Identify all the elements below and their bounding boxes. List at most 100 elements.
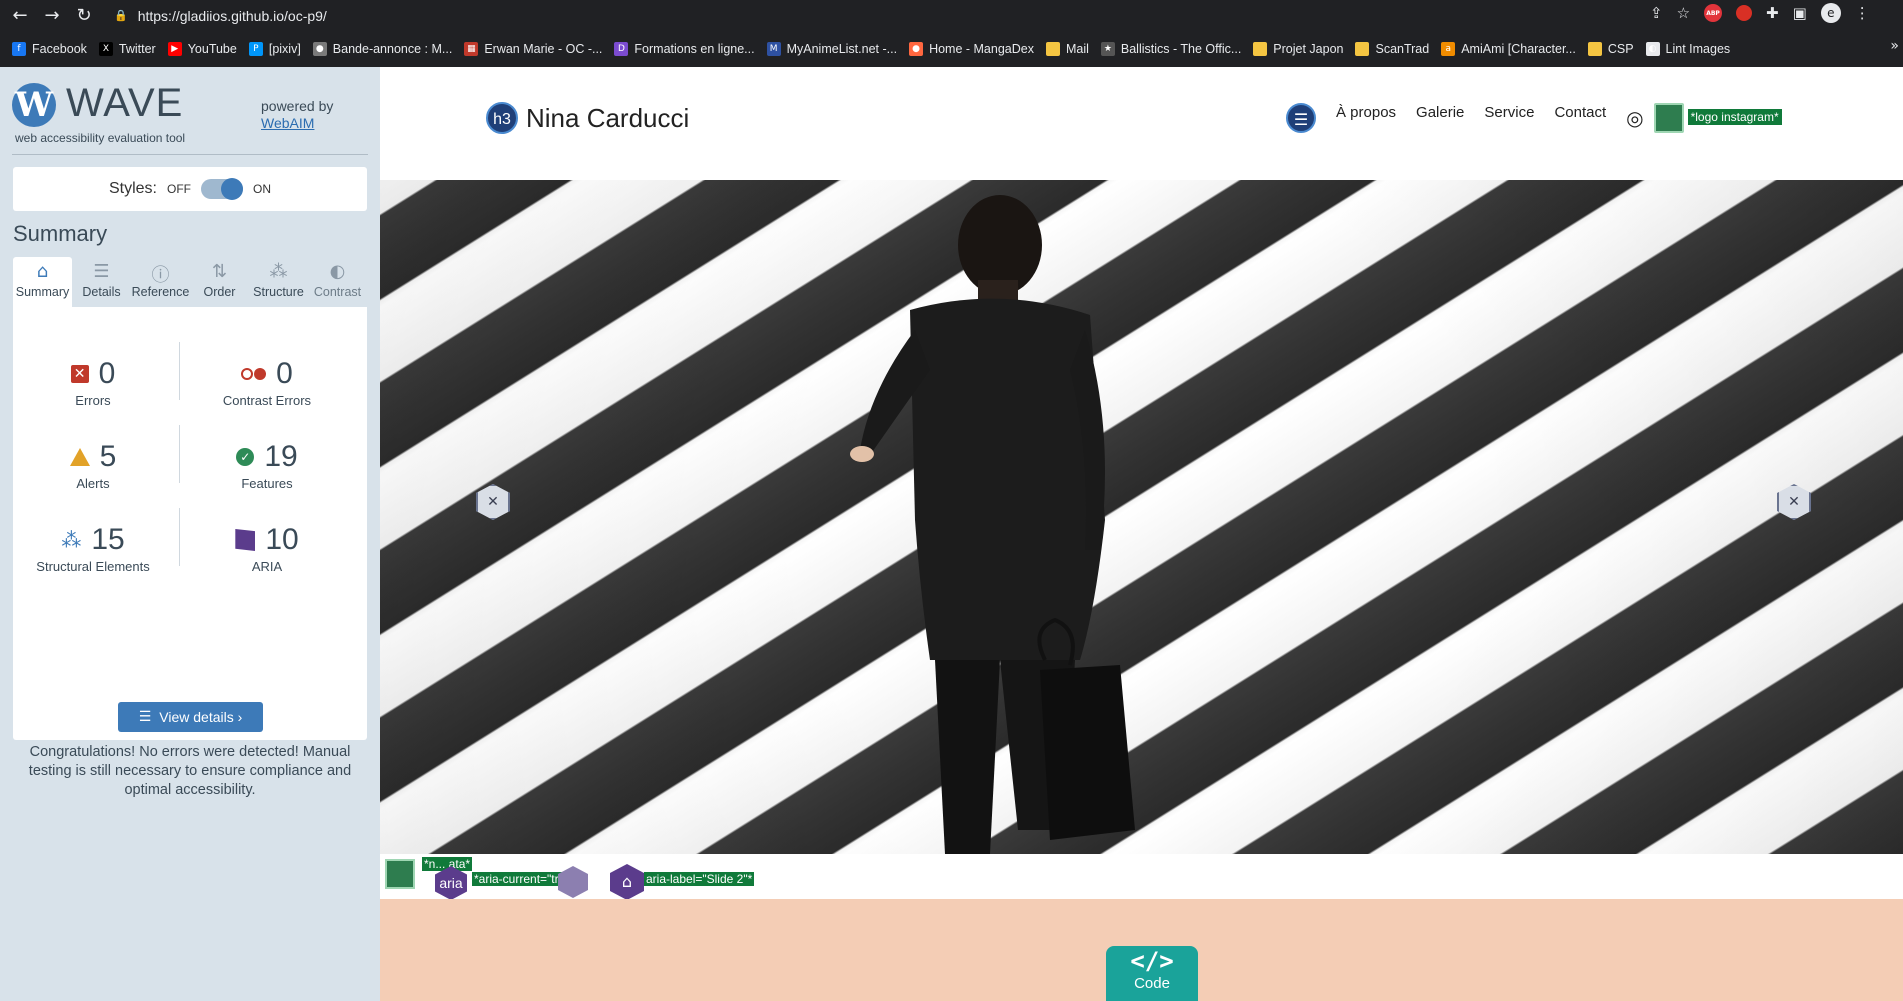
- bookmark-item[interactable]: ● Bande-annonce : M...: [312, 42, 452, 56]
- bookmark-item[interactable]: ● Home - MangaDex: [909, 42, 1034, 56]
- summary-tab-icon: ⌂: [36, 261, 49, 282]
- profile-avatar[interactable]: e: [1820, 3, 1841, 23]
- bookmark-icon: f: [12, 42, 26, 56]
- tab-label: Order: [203, 285, 236, 299]
- share-icon[interactable]: ⇪: [1650, 4, 1663, 22]
- nav-link-apropos[interactable]: À propos: [1336, 104, 1396, 121]
- view-details-button[interactable]: ☰ View details ›: [118, 702, 263, 732]
- tab-label: Reference: [131, 285, 190, 299]
- styles-off-label: OFF: [167, 182, 191, 196]
- bookmark-icon: a: [1441, 42, 1456, 56]
- bookmark-item[interactable]: Projet Japon: [1253, 42, 1343, 56]
- stat-features[interactable]: ✓ 19 Features: [187, 440, 347, 491]
- stat-structural[interactable]: ⁂ 15 Structural Elements: [13, 523, 173, 574]
- bookmark-item[interactable]: ◐ Lint Images: [1645, 42, 1730, 56]
- tab-order[interactable]: ⇅ Order: [190, 257, 249, 307]
- divider: [179, 342, 180, 400]
- structure-icon: ⁂: [61, 528, 82, 552]
- services-section: </> Code: [380, 899, 1903, 1001]
- stat-alerts[interactable]: 5 Alerts: [13, 440, 173, 491]
- nav-link-galerie[interactable]: Galerie: [1416, 104, 1464, 121]
- list-badge-icon[interactable]: ☰: [1286, 103, 1316, 133]
- bookmark-item[interactable]: CSP: [1587, 42, 1634, 56]
- order-tab-icon: ⇅: [211, 261, 228, 282]
- bookmark-item[interactable]: ScanTrad: [1355, 42, 1429, 56]
- bookmark-icon: ●: [312, 42, 327, 56]
- bookmark-item[interactable]: D Formations en ligne...: [614, 42, 755, 56]
- back-icon[interactable]: ←: [8, 4, 32, 28]
- aria-hidden-badge-icon[interactable]: [558, 866, 588, 898]
- stat-errors[interactable]: ✕ 0 Errors: [13, 357, 173, 408]
- bookmark-item[interactable]: a AmiAmi [Character...: [1441, 42, 1576, 56]
- styles-toggle-box: Styles: OFF ON: [13, 167, 367, 211]
- site-nav: ☰ À propos Galerie Service Contact ◎ *lo…: [1286, 103, 1782, 133]
- summary-panel: ✕ 0 Errors 0 Contrast Errors 5 Alerts ✓ 19…: [13, 307, 367, 798]
- structure-tab-icon: ⁂: [269, 261, 288, 282]
- bookmark-item[interactable]: Mail: [1045, 42, 1089, 56]
- bookmark-item[interactable]: ★ Ballistics - The Offic...: [1100, 42, 1241, 56]
- tab-label: Details: [82, 285, 121, 299]
- extension-icon[interactable]: [1736, 5, 1753, 21]
- aria-badge-icon[interactable]: aria: [435, 866, 467, 900]
- webaim-link[interactable]: WebAIM: [261, 115, 314, 131]
- hero-carousel: ✕ ✕: [380, 180, 1903, 854]
- aria-label-tag-icon[interactable]: ⌂: [610, 864, 644, 900]
- tab-label: Structure: [253, 285, 304, 299]
- bookmark-item[interactable]: P [pixiv]: [248, 42, 301, 56]
- bookmark-label: MyAnimeList.net -...: [786, 42, 898, 56]
- bookmark-item[interactable]: f Facebook: [12, 42, 87, 56]
- nav-link-service[interactable]: Service: [1484, 104, 1534, 121]
- contrast-errors-count: 0: [276, 357, 293, 390]
- toggle-knob[interactable]: [221, 178, 243, 200]
- stat-contrast-errors[interactable]: 0 Contrast Errors: [187, 357, 347, 408]
- website-viewport: h3 Nina Carducci ☰ À propos Galerie Serv…: [380, 67, 1903, 1001]
- bookmark-label: AmiAmi [Character...: [1461, 42, 1576, 56]
- bookmarks-overflow-icon[interactable]: »: [1890, 38, 1899, 54]
- nav-link-contact[interactable]: Contact: [1554, 104, 1606, 121]
- error-icon: ✕: [70, 365, 89, 383]
- stat-aria[interactable]: 10 ARIA: [187, 523, 347, 574]
- sidebar-icon[interactable]: ▣: [1793, 4, 1807, 22]
- powered-by-label: powered by: [261, 98, 334, 114]
- reload-icon[interactable]: ↻: [72, 4, 96, 28]
- bookmark-item[interactable]: X Twitter: [98, 42, 156, 56]
- tab-details[interactable]: ☰ Details: [72, 257, 131, 307]
- bookmark-item[interactable]: ▦ Erwan Marie - OC -...: [464, 42, 602, 56]
- features-count: 19: [264, 440, 298, 473]
- star-icon[interactable]: ☆: [1677, 4, 1690, 22]
- styles-on-label: ON: [253, 182, 271, 196]
- forward-icon[interactable]: →: [40, 4, 64, 28]
- aria-label-text: aria-label="Slide 2"*: [644, 872, 755, 886]
- puzzle-extensions-icon[interactable]: ✚: [1766, 4, 1779, 22]
- alerts-label: Alerts: [76, 476, 110, 491]
- feature-check-icon: ✓: [236, 448, 255, 466]
- alt-text-badge-icon[interactable]: [1653, 103, 1684, 133]
- instagram-icon[interactable]: ◎: [1626, 106, 1643, 130]
- divider: [179, 508, 180, 566]
- h3-badge-icon[interactable]: h3: [486, 102, 518, 134]
- menu-kebab-icon[interactable]: ⋮: [1855, 4, 1870, 22]
- aria-count: 10: [265, 523, 299, 556]
- bookmark-icon: P: [248, 42, 263, 56]
- adblock-extension-icon[interactable]: ABP: [1704, 4, 1723, 22]
- url-text[interactable]: https://gladiios.github.io/oc-p9/: [138, 8, 327, 24]
- bookmark-label: ScanTrad: [1375, 42, 1430, 56]
- bookmark-item[interactable]: ▶ YouTube: [167, 42, 237, 56]
- site-title-text: Nina Carducci: [526, 102, 690, 133]
- tab-contrast[interactable]: ◐ Contrast: [308, 257, 367, 307]
- bookmark-item[interactable]: M MyAnimeList.net -...: [766, 42, 898, 56]
- styles-toggle[interactable]: [201, 178, 243, 200]
- lock-icon[interactable]: 🔒: [114, 9, 128, 22]
- contrast-error-icon: [241, 368, 267, 380]
- tab-summary[interactable]: ⌂ Summary: [13, 257, 72, 307]
- browser-toolbar: ← → ↻ 🔒 https://gladiios.github.io/oc-p9…: [0, 0, 1903, 31]
- code-button[interactable]: </> Code: [1106, 946, 1198, 1001]
- tab-structure[interactable]: ⁂ Structure: [249, 257, 308, 307]
- structural-count: 15: [91, 523, 125, 556]
- businessman-figure: [850, 195, 1135, 854]
- aria-icon: [235, 529, 256, 551]
- image-alt-badge-icon[interactable]: [385, 859, 415, 889]
- congrats-message: Congratulations! No errors were detected…: [28, 744, 352, 798]
- tab-reference[interactable]: ⓘ Reference: [131, 257, 190, 307]
- address-bar[interactable]: 🔒 https://gladiios.github.io/oc-p9/: [108, 3, 1703, 28]
